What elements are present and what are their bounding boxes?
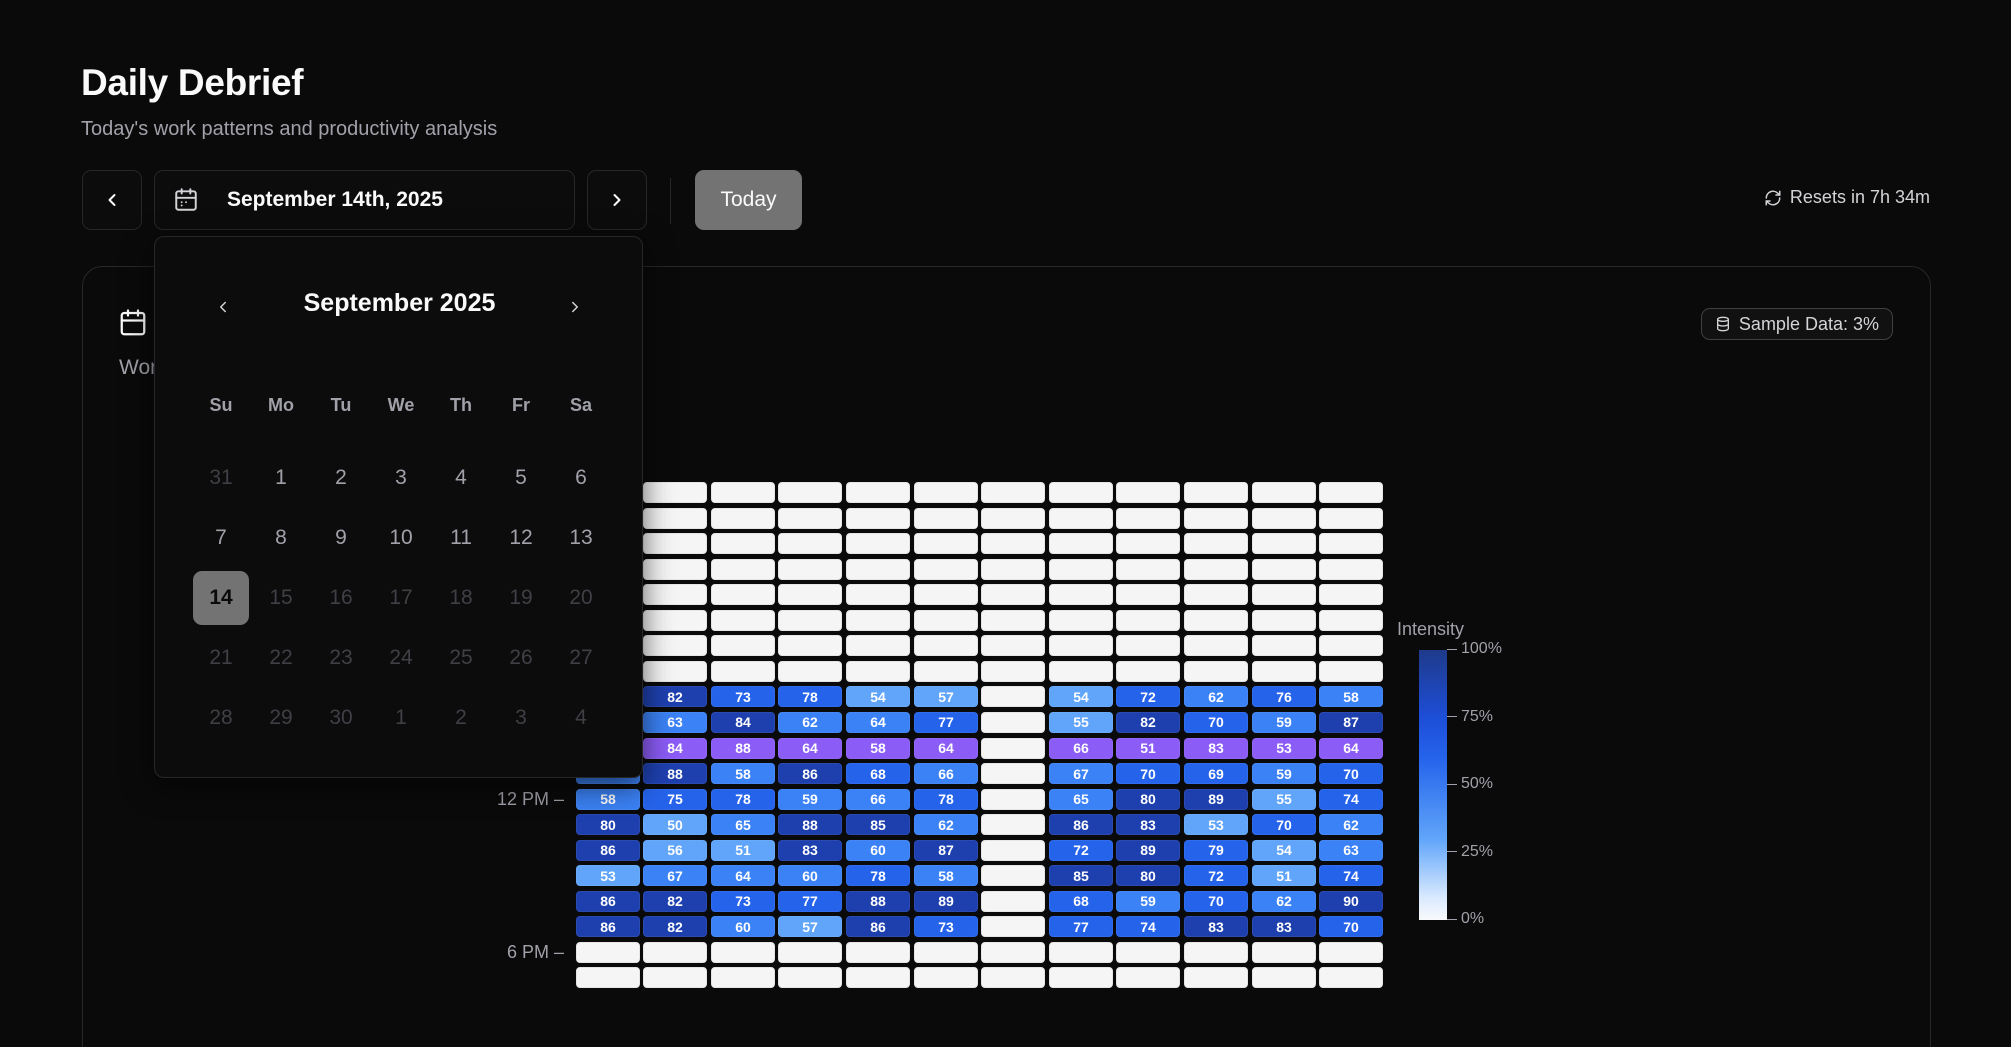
weekday-header: Su Mo Tu We Th Fr Sa — [191, 395, 611, 416]
next-day-button[interactable] — [587, 170, 647, 230]
refresh-icon — [1765, 190, 1781, 205]
calendar-day: 15 — [269, 586, 293, 609]
weekday-label: Sa — [569, 395, 593, 415]
toolbar-divider — [670, 178, 671, 224]
chevron-left-icon — [108, 194, 116, 206]
next-month-button[interactable] — [559, 291, 591, 323]
calendar-day: 18 — [449, 586, 473, 609]
calendar-day[interactable]: 9 — [313, 511, 369, 565]
calendar-day[interactable]: 5 — [493, 451, 549, 505]
calendar-day-grid: 31 1 2 3 4 5 6 7 8 9 10 11 12 13 14 15 16 17 18 19 20 21 22 23 2… — [191, 451, 611, 751]
sample-data-label: Sample Data: 3% — [1738, 313, 1879, 334]
calendar-day: 17 — [389, 586, 413, 609]
page-title: Daily Debrief — [81, 62, 304, 103]
resets-label: Resets in 7h 34m — [1789, 187, 1930, 207]
calendar-day[interactable]: 13 — [553, 511, 609, 565]
calendar-day[interactable]: 3 — [373, 451, 429, 505]
resets-indicator: Resets in 7h 34m — [1764, 187, 1930, 208]
calendar-day: 21 — [209, 646, 233, 669]
calendar-day: 26 — [509, 646, 533, 669]
calendar-day: 29 — [269, 706, 293, 729]
legend-tick-label: 25% — [1447, 843, 1493, 861]
calendar-day: 24 — [389, 646, 413, 669]
calendar-day: 1 — [395, 706, 407, 729]
card-label: Wor — [119, 356, 158, 379]
chevron-right-icon — [613, 194, 621, 206]
legend-tick-label: 0% — [1447, 910, 1484, 928]
weekday-label: Tu — [330, 395, 352, 415]
weekday-label: Mo — [268, 395, 294, 415]
calendar-day[interactable]: 7 — [193, 511, 249, 565]
calendar-day: 31 — [209, 466, 233, 489]
legend-tick-label: 50% — [1447, 775, 1493, 793]
chevron-right-icon — [572, 301, 578, 313]
calendar-day[interactable]: 2 — [313, 451, 369, 505]
calendar-day[interactable]: 11 — [433, 511, 489, 565]
date-picker-button[interactable]: September 14th, 2025 — [154, 170, 575, 230]
weekday-label: Fr — [512, 395, 530, 415]
calendar-day: 2 — [455, 706, 467, 729]
calendar-day: 25 — [449, 646, 473, 669]
database-icon — [1716, 316, 1729, 332]
calendar-day: 16 — [329, 586, 353, 609]
legend-tick-label: 75% — [1447, 708, 1493, 726]
legend-title: Intensity — [1397, 619, 1465, 639]
calendar-day: 20 — [569, 586, 593, 609]
calendar-day[interactable]: 6 — [553, 451, 609, 505]
calendar-day: 3 — [515, 706, 527, 729]
sample-data-badge: Sample Data: 3% — [1700, 308, 1893, 340]
calendar-day: 4 — [575, 706, 587, 729]
calendar-day: 30 — [329, 706, 353, 729]
intensity-legend-bar — [1419, 650, 1447, 920]
today-button[interactable]: Today — [695, 170, 802, 230]
calendar-day[interactable]: 10 — [373, 511, 429, 565]
calendar-day: 22 — [269, 646, 293, 669]
calendar-icon — [118, 308, 148, 343]
calendar-day: 28 — [209, 706, 233, 729]
weekday-label: Su — [209, 395, 233, 415]
calendar-icon — [175, 188, 197, 211]
calendar-day[interactable]: 1 — [253, 451, 309, 505]
calendar-popover: September 2025 Su Mo Tu We Th Fr Sa 31 1 2 3 4 5 6 7 8… — [154, 236, 643, 778]
page-subtitle: Today's work patterns and productivity a… — [81, 118, 498, 140]
selected-date-label: September 14th, 2025 — [227, 188, 443, 211]
calendar-day: 19 — [509, 586, 533, 609]
calendar-day: 27 — [569, 646, 593, 669]
calendar-day[interactable]: 4 — [433, 451, 489, 505]
previous-day-button[interactable] — [82, 170, 142, 230]
calendar-day-selected[interactable]: 14 — [193, 571, 249, 625]
weekday-label: We — [387, 395, 415, 415]
legend-tick-label: 100% — [1447, 640, 1502, 658]
calendar-day: 23 — [329, 646, 353, 669]
calendar-day[interactable]: 12 — [493, 511, 549, 565]
calendar-day[interactable]: 8 — [253, 511, 309, 565]
weekday-label: Th — [450, 395, 472, 415]
